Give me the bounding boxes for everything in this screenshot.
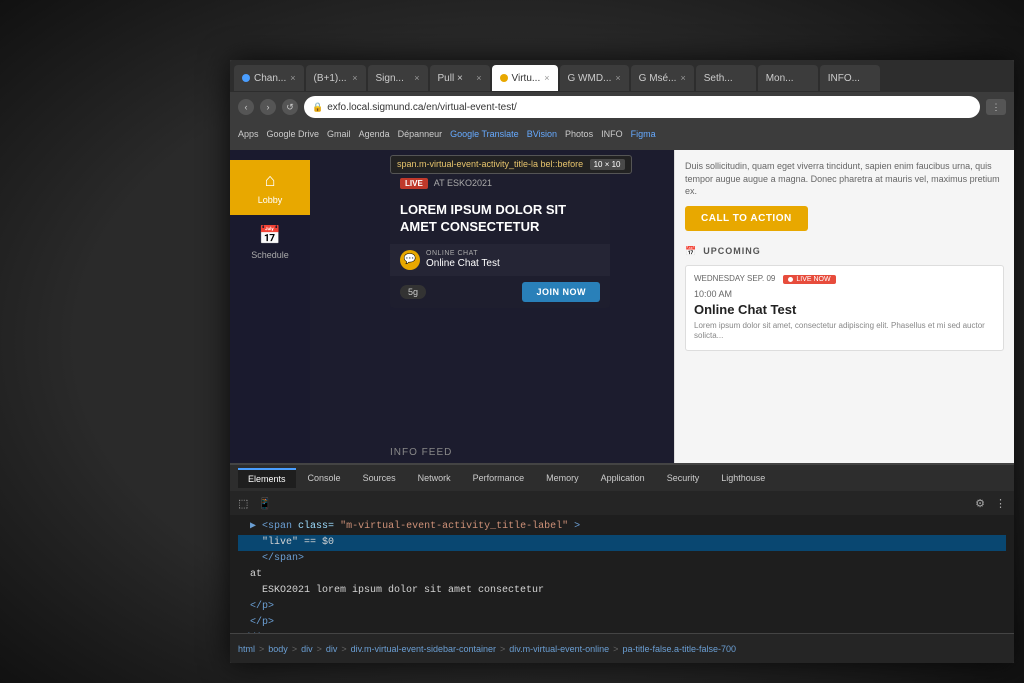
- right-panel: Duis sollicitudin, quam eget viverra tin…: [674, 150, 1014, 463]
- path-div1[interactable]: div: [301, 644, 313, 654]
- path-body[interactable]: body: [268, 644, 288, 654]
- settings-icon[interactable]: ⚙: [975, 497, 985, 510]
- bookmark-depanneur[interactable]: Dépanneur: [398, 129, 443, 139]
- home-icon: ⌂: [265, 170, 276, 191]
- attendee-count: 5g: [400, 285, 426, 299]
- tab-bar: Chan... × (B+1)... × Sign... × Pull × ×: [230, 60, 1014, 92]
- devtools-tab-performance[interactable]: Performance: [463, 469, 535, 487]
- live-now-badge: LIVE NOW: [783, 275, 835, 284]
- cta-button[interactable]: CALL TO ACTION: [685, 206, 808, 231]
- tab-virtual[interactable]: Virtu... ×: [492, 65, 558, 91]
- device-icon[interactable]: 📱: [258, 497, 272, 510]
- upcoming-title: Online Chat Test: [694, 302, 995, 317]
- tab-pull[interactable]: Pull × ×: [430, 65, 490, 91]
- more-icon[interactable]: ⋮: [995, 497, 1006, 510]
- devtools-tab-network[interactable]: Network: [408, 469, 461, 487]
- devtools-panel: Elements Console Sources Network Perform…: [230, 463, 1014, 663]
- breadcrumb-path: html > body > div > div > div.m-virtual-…: [238, 644, 736, 654]
- extensions-button[interactable]: ⋮: [986, 99, 1006, 115]
- bookmark-photos[interactable]: Photos: [565, 129, 593, 139]
- forward-button[interactable]: ›: [260, 99, 276, 115]
- path-title[interactable]: pa-title-false.a-title-false-700: [622, 644, 736, 654]
- code-line-6: ESKO2021 lorem ipsum dolor sit amet cons…: [238, 583, 1006, 599]
- monitor-frame: Chan... × (B+1)... × Sign... × Pull × ×: [0, 0, 1024, 683]
- sidebar-item-lobby[interactable]: ⌂ Lobby: [230, 160, 310, 215]
- bookmark-translate[interactable]: Google Translate: [450, 129, 519, 139]
- live-dot: [788, 277, 793, 282]
- sidebar-item-schedule[interactable]: 📅 Schedule: [230, 215, 310, 270]
- calendar-icon: 📅: [685, 246, 697, 257]
- devtools-tab-console[interactable]: Console: [298, 469, 351, 487]
- chat-section: 💬 ONLINE CHAT Online Chat Test: [390, 244, 610, 276]
- code-line-7: </p>: [238, 599, 1006, 615]
- path-html[interactable]: html: [238, 644, 255, 654]
- upcoming-section: 📅 UPCOMING WEDNESDAY SEP. 09 LIVE NOW: [685, 246, 1004, 351]
- upcoming-date: WEDNESDAY SEP. 09: [694, 274, 775, 283]
- page-content: ⌂ Lobby 📅 Schedule span.m-virtual-event-…: [230, 150, 1014, 463]
- inspect-icon[interactable]: ⬚: [238, 497, 248, 510]
- devtools-tab-application[interactable]: Application: [591, 469, 655, 487]
- main-content: span.m-virtual-event-activity_title-la b…: [310, 150, 674, 463]
- tab-info[interactable]: INFO...: [820, 65, 880, 91]
- code-line-2: "live" == $0: [238, 535, 1006, 551]
- description-text: Duis sollicitudin, quam eget viverra tin…: [685, 160, 1004, 198]
- schedule-icon: 📅: [259, 225, 281, 246]
- chat-icon: 💬: [400, 250, 420, 270]
- inspector-tooltip: span.m-virtual-event-activity_title-la b…: [390, 155, 632, 174]
- path-sidebar[interactable]: div.m-virtual-event-sidebar-container: [351, 644, 496, 654]
- address-bar-row: ‹ › ↺ 🔒 exfo.local.sigmund.ca/en/virtual…: [230, 92, 1014, 122]
- chat-name: Online Chat Test: [426, 258, 500, 269]
- tab-chan[interactable]: Chan... ×: [234, 65, 304, 91]
- activity-header: LIVE AT ESKO2021: [390, 170, 610, 197]
- devtools-bottom-bar: html > body > div > div > div.m-virtual-…: [230, 633, 1014, 663]
- chat-info: ONLINE CHAT Online Chat Test: [426, 250, 500, 269]
- tab-g-wmd[interactable]: G WMD... ×: [560, 65, 629, 91]
- browser-window: Chan... × (B+1)... × Sign... × Pull × ×: [230, 60, 1014, 663]
- bookmark-gdrive[interactable]: Google Drive: [267, 129, 320, 139]
- devtools-tab-sources[interactable]: Sources: [353, 469, 406, 487]
- bookmark-agenda[interactable]: Agenda: [359, 129, 390, 139]
- join-now-button[interactable]: JOIN NOW: [522, 282, 600, 302]
- activity-title: LOREM IPSUM DOLOR SIT AMET CONSECTETUR: [390, 197, 610, 244]
- tab-b1[interactable]: (B+1)... ×: [306, 65, 366, 91]
- upcoming-header: 📅 UPCOMING: [685, 246, 1004, 257]
- bookmark-apps[interactable]: Apps: [238, 129, 259, 139]
- join-row: 5g JOIN NOW: [390, 276, 610, 308]
- devtools-tab-lighthouse[interactable]: Lighthouse: [711, 469, 775, 487]
- activity-card: LIVE AT ESKO2021 LOREM IPSUM DOLOR SIT A…: [390, 170, 610, 308]
- upcoming-card: WEDNESDAY SEP. 09 LIVE NOW 10:00 AM Onli…: [685, 265, 1004, 351]
- bookmark-info[interactable]: INFO: [601, 129, 623, 139]
- devtools-toolbar: ⬚ 📱 ⚙ ⋮: [230, 491, 1014, 515]
- devtools-tabs: Elements Console Sources Network Perform…: [230, 465, 1014, 491]
- chat-label: ONLINE CHAT: [426, 250, 500, 257]
- tab-g-mse[interactable]: G Msé... ×: [631, 65, 694, 91]
- browser-chrome: Chan... × (B+1)... × Sign... × Pull × ×: [230, 60, 1014, 150]
- devtools-tab-elements[interactable]: Elements: [238, 468, 296, 488]
- devtools-tab-memory[interactable]: Memory: [536, 469, 589, 487]
- back-button[interactable]: ‹: [238, 99, 254, 115]
- code-line-1: ▶ <span class= "m-virtual-event-activity…: [238, 519, 1006, 535]
- address-bar[interactable]: 🔒 exfo.local.sigmund.ca/en/virtual-event…: [304, 96, 980, 118]
- devtools-tab-security[interactable]: Security: [657, 469, 710, 487]
- devtools-code-content: ▶ <span class= "m-virtual-event-activity…: [230, 515, 1014, 635]
- upcoming-time: 10:00 AM: [694, 289, 995, 299]
- live-at-text: AT ESKO2021: [434, 178, 492, 188]
- bookmark-gmail[interactable]: Gmail: [327, 129, 351, 139]
- upcoming-description: Lorem ipsum dolor sit amet, consectetur …: [694, 321, 995, 342]
- tab-seth[interactable]: Seth...: [696, 65, 756, 91]
- live-badge: LIVE: [400, 178, 428, 189]
- code-line-5: at: [238, 567, 1006, 583]
- sidebar: ⌂ Lobby 📅 Schedule: [230, 150, 310, 463]
- reload-button[interactable]: ↺: [282, 99, 298, 115]
- code-line-9: </p>: [238, 615, 1006, 631]
- info-feed-label: INFO FEED: [390, 447, 452, 458]
- tab-sign[interactable]: Sign... ×: [368, 65, 428, 91]
- path-online[interactable]: div.m-virtual-event-online: [509, 644, 609, 654]
- code-line-3: </span>: [238, 551, 1006, 567]
- tab-mon[interactable]: Mon...: [758, 65, 818, 91]
- path-div2[interactable]: div: [326, 644, 338, 654]
- bookmark-bvision[interactable]: BVision: [527, 129, 557, 139]
- bookmark-figma[interactable]: Figma: [631, 129, 656, 139]
- bookmarks-bar: Apps Google Drive Gmail Agenda Dépanneur…: [230, 122, 1014, 146]
